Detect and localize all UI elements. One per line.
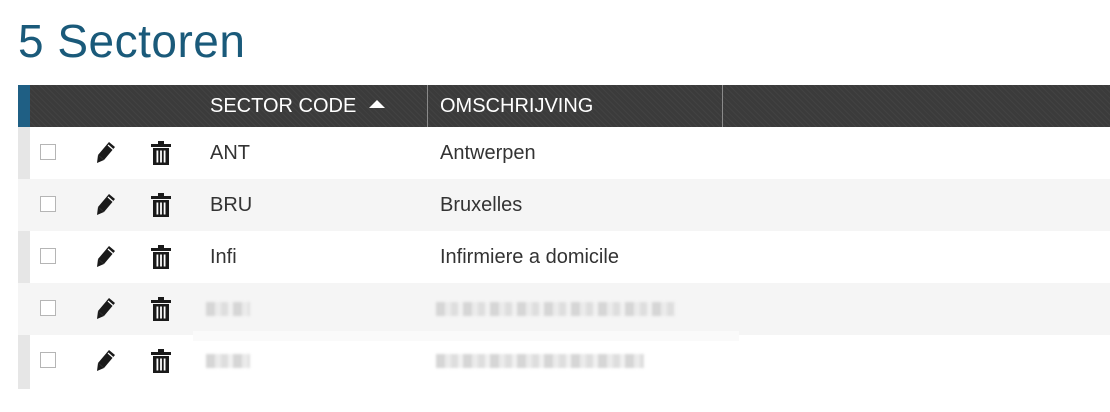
column-header-label: OMSCHRIJVING xyxy=(440,95,594,117)
trash-icon[interactable] xyxy=(151,245,171,269)
redacted-code xyxy=(206,354,250,368)
trash-icon[interactable] xyxy=(151,349,171,373)
column-divider[interactable] xyxy=(722,85,723,127)
column-header-sector-code[interactable]: SECTOR CODE xyxy=(210,85,386,127)
row-checkbox[interactable] xyxy=(40,300,56,316)
table-row[interactable]: BRU Bruxelles xyxy=(18,179,1110,231)
cell-sector-code: ANT xyxy=(210,142,250,164)
pencil-icon[interactable] xyxy=(94,192,118,218)
pencil-icon[interactable] xyxy=(94,348,118,374)
row-edge-artifact xyxy=(193,331,739,341)
cell-sector-code: Infi xyxy=(210,246,237,268)
table-row[interactable] xyxy=(18,283,1110,335)
column-divider[interactable] xyxy=(427,85,428,127)
cell-omschrijving: Infirmiere a domicile xyxy=(440,246,619,268)
cell-sector-code: BRU xyxy=(210,194,253,216)
table-body: ANT Antwerpen BRU Bruxelles Infi Infirmi… xyxy=(18,127,1110,389)
row-checkbox[interactable] xyxy=(40,248,56,264)
table-row[interactable]: Infi Infirmiere a domicile xyxy=(18,231,1110,283)
trash-icon[interactable] xyxy=(151,297,171,321)
pencil-icon[interactable] xyxy=(94,140,118,166)
table-header: SECTOR CODE OMSCHRIJVING xyxy=(18,85,1110,127)
row-checkbox[interactable] xyxy=(40,352,56,368)
column-header-label: SECTOR CODE xyxy=(210,95,357,117)
pencil-icon[interactable] xyxy=(94,244,118,270)
row-checkbox[interactable] xyxy=(40,196,56,212)
redacted-code xyxy=(206,302,250,316)
pencil-icon[interactable] xyxy=(94,296,118,322)
page-title: 5 Sectoren xyxy=(18,15,246,67)
table-row[interactable]: ANT Antwerpen xyxy=(18,127,1110,179)
table-row[interactable] xyxy=(18,335,1110,387)
header-accent xyxy=(18,85,30,127)
column-header-omschrijving[interactable]: OMSCHRIJVING xyxy=(440,85,593,127)
trash-icon[interactable] xyxy=(151,193,171,217)
sectors-table: SECTOR CODE OMSCHRIJVING ANT Antwerpen B… xyxy=(18,85,1110,389)
cell-omschrijving: Bruxelles xyxy=(440,194,523,216)
redacted-description xyxy=(436,302,676,316)
sort-ascending-icon xyxy=(369,100,386,108)
trash-icon[interactable] xyxy=(151,141,171,165)
redacted-description xyxy=(436,354,644,368)
row-checkbox[interactable] xyxy=(40,144,56,160)
cell-omschrijving: Antwerpen xyxy=(440,142,536,164)
